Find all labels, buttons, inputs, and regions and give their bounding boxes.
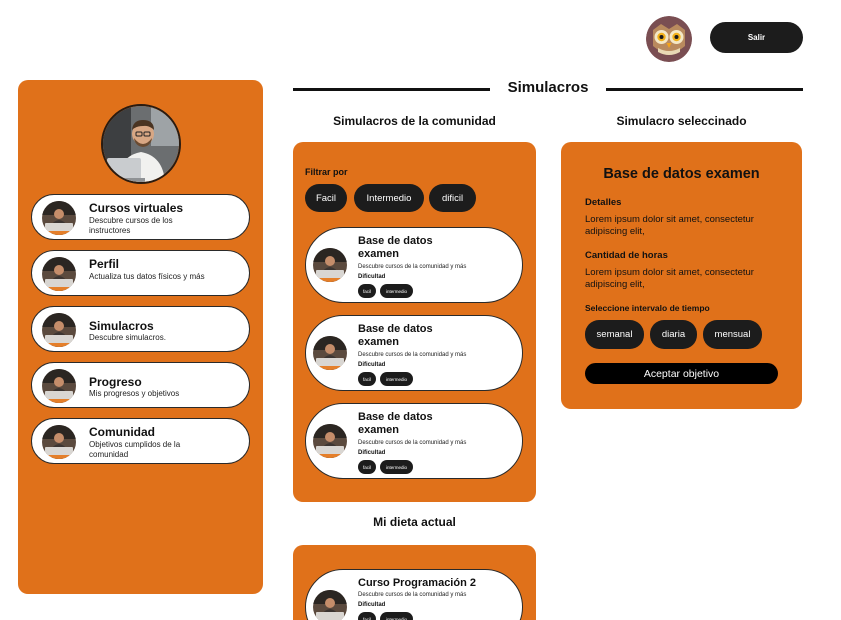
exam-card-title: Base de datos examen [358, 411, 433, 436]
profile-photo [101, 104, 181, 184]
diet-card-description: Descubre cursos de la comunidad y más [358, 592, 467, 598]
laptop-icon [42, 425, 76, 459]
exam-card[interactable]: Base de datos examen Descubre cursos de … [305, 403, 523, 479]
exam-card-title: Base de datos examen [358, 323, 433, 348]
interval-label: Seleccione intervalo de tiempo [585, 303, 710, 313]
sidebar-item-description: Descubre simulacros. [89, 333, 166, 342]
diet-card-difficulty-label: Dificultad [358, 602, 386, 608]
page-title-row: Simulacros [293, 78, 803, 100]
selected-panel: Base de datos examen Detalles Lorem ipsu… [561, 142, 802, 409]
exam-card[interactable]: Base de datos examen Descubre cursos de … [305, 227, 523, 303]
filter-facil-button[interactable]: Facil [305, 184, 347, 212]
diet-card[interactable]: Curso Programación 2 Descubre cursos de … [305, 569, 523, 620]
selected-heading: Simulacro seleccinado [616, 114, 747, 128]
tag-facil: facil [358, 460, 376, 474]
exam-card[interactable]: Base de datos examen Descubre cursos de … [305, 315, 523, 391]
diet-card-title: Curso Programación 2 [358, 577, 476, 589]
sidebar-item-title: Simulacros [89, 319, 154, 333]
details-text: Lorem ipsum dolor sit amet, consectetur … [585, 214, 754, 237]
tag-intermedio: intermedio [380, 612, 413, 620]
laptop-icon [313, 336, 347, 370]
interval-semanal-button[interactable]: semanal [585, 320, 644, 349]
tag-intermedio: intermedio [380, 460, 413, 474]
exam-card-description: Descubre cursos de la comunidad y más [358, 440, 467, 446]
laptop-icon [313, 590, 347, 620]
laptop-icon [42, 313, 76, 347]
sidebar-item-title: Comunidad [89, 425, 155, 439]
laptop-icon [313, 248, 347, 282]
laptop-icon [313, 424, 347, 458]
sidebar-item-title: Perfil [89, 257, 120, 271]
owl-avatar-icon[interactable] [646, 16, 692, 62]
selected-title: Base de datos examen [603, 166, 760, 182]
title-divider-left [293, 88, 490, 91]
interval-mensual-button[interactable]: mensual [703, 320, 762, 349]
sidebar-item-description: Descubre cursos de los instructores [89, 216, 173, 235]
title-divider-right [606, 88, 803, 91]
hours-label: Cantidad de horas [585, 250, 668, 261]
laptop-icon [42, 201, 76, 235]
exam-card-description: Descubre cursos de la comunidad y más [358, 264, 467, 270]
community-panel: Filtrar por Facil Intermedio dificil Bas… [293, 142, 536, 502]
laptop-icon [42, 369, 76, 403]
sidebar-item-title: Progreso [89, 375, 142, 389]
tag-intermedio: intermedio [380, 372, 413, 386]
sidebar-item-comunidad[interactable]: Comunidad Objetivos cumplidos de la comu… [31, 418, 250, 464]
community-heading: Simulacros de la comunidad [333, 114, 496, 128]
logout-button[interactable]: Salir [710, 22, 803, 53]
sidebar-item-description: Actualiza tus datos físicos y más [89, 272, 205, 281]
sidebar-item-title: Cursos virtuales [89, 201, 184, 215]
sidebar: Cursos virtuales Descubre cursos de los … [18, 80, 263, 594]
filter-label: Filtrar por [305, 167, 348, 177]
filter-dificil-button[interactable]: dificil [429, 184, 476, 212]
exam-card-difficulty-label: Dificultad [358, 362, 386, 368]
tag-facil: facil [358, 284, 376, 298]
sidebar-item-description: Objetivos cumplidos de la comunidad [89, 440, 181, 459]
sidebar-item-description: Mis progresos y objetivos [89, 389, 180, 398]
hours-text: Lorem ipsum dolor sit amet, consectetur … [585, 267, 754, 290]
tag-facil: facil [358, 612, 376, 620]
filter-intermedio-button[interactable]: Intermedio [354, 184, 424, 212]
sidebar-item-simulacros[interactable]: Simulacros Descubre simulacros. [31, 306, 250, 352]
exam-card-description: Descubre cursos de la comunidad y más [358, 352, 467, 358]
tag-facil: facil [358, 372, 376, 386]
sidebar-item-cursos-virtuales[interactable]: Cursos virtuales Descubre cursos de los … [31, 194, 250, 240]
sidebar-item-progreso[interactable]: Progreso Mis progresos y objetivos [31, 362, 250, 408]
exam-card-title: Base de datos examen [358, 235, 433, 260]
diet-panel: Curso Programación 2 Descubre cursos de … [293, 545, 536, 620]
diet-heading: Mi dieta actual [373, 515, 456, 529]
exam-card-difficulty-label: Dificultad [358, 450, 386, 456]
details-label: Detalles [585, 197, 622, 208]
tag-intermedio: intermedio [380, 284, 413, 298]
exam-card-difficulty-label: Dificultad [358, 274, 386, 280]
interval-diaria-button[interactable]: diaria [650, 320, 697, 349]
page-title: Simulacros [507, 79, 589, 96]
accept-goal-button[interactable]: Aceptar objetivo [585, 363, 778, 384]
sidebar-item-perfil[interactable]: Perfil Actualiza tus datos físicos y más [31, 250, 250, 296]
laptop-icon [42, 257, 76, 291]
